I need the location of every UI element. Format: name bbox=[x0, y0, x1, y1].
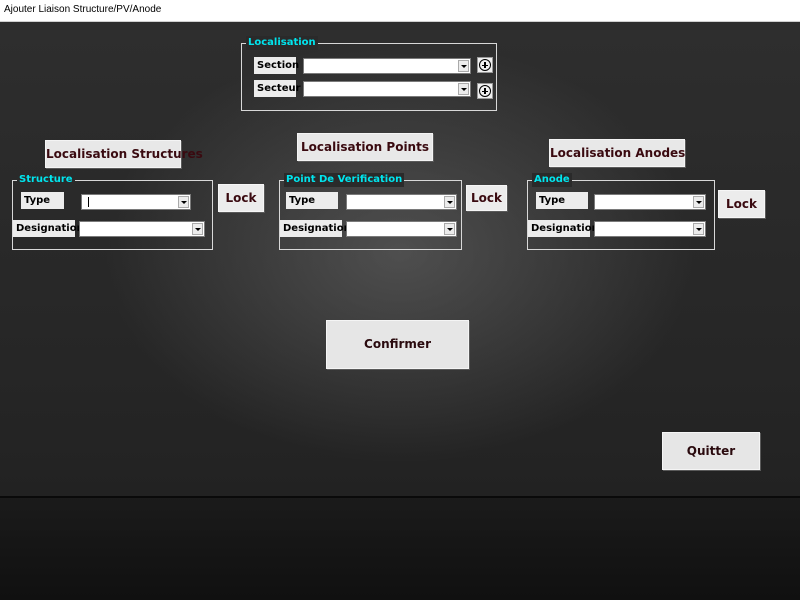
structure-designation-label: Designation bbox=[13, 220, 84, 237]
plus-circle-icon bbox=[479, 85, 491, 97]
anode-type-label: Type bbox=[536, 192, 588, 209]
localisation-structures-button[interactable]: Localisation Structures bbox=[45, 140, 203, 168]
localisation-anodes-button[interactable]: Localisation Anodes bbox=[549, 139, 685, 167]
anode-lock-button[interactable]: Lock bbox=[718, 190, 765, 218]
text-caret bbox=[88, 197, 89, 207]
localisation-points-button[interactable]: Localisation Points bbox=[297, 133, 433, 161]
structure-lock-button[interactable]: Lock bbox=[218, 184, 264, 212]
chevron-down-icon[interactable] bbox=[178, 196, 189, 208]
confirm-button[interactable]: Confirmer bbox=[326, 320, 469, 369]
point-type-label: Type bbox=[286, 192, 338, 209]
background-floor-edge bbox=[0, 496, 800, 498]
chevron-down-icon[interactable] bbox=[693, 223, 704, 235]
secteur-select[interactable] bbox=[303, 81, 471, 97]
structure-type-label: Type bbox=[21, 192, 64, 209]
section-select[interactable] bbox=[303, 58, 471, 74]
background-floor bbox=[0, 496, 800, 600]
chevron-down-icon[interactable] bbox=[458, 83, 469, 95]
structure-designation-select[interactable] bbox=[79, 221, 205, 237]
anode-group: Anode Type Designation bbox=[527, 173, 715, 250]
plus-circle-icon bbox=[479, 59, 491, 71]
point-type-select[interactable] bbox=[346, 194, 457, 210]
chevron-down-icon[interactable] bbox=[444, 196, 455, 208]
chevron-down-icon[interactable] bbox=[693, 196, 704, 208]
structure-type-select[interactable] bbox=[81, 194, 191, 210]
point-designation-label: Designation bbox=[280, 220, 351, 237]
chevron-down-icon[interactable] bbox=[444, 223, 455, 235]
point-lock-button[interactable]: Lock bbox=[466, 185, 507, 211]
secteur-label: Secteur bbox=[254, 80, 301, 97]
add-section-button[interactable] bbox=[477, 57, 493, 73]
window-title: Ajouter Liaison Structure/PV/Anode bbox=[4, 4, 162, 15]
point-verification-legend: Point De Verification bbox=[284, 173, 405, 187]
chevron-down-icon[interactable] bbox=[458, 60, 469, 72]
anode-designation-select[interactable] bbox=[594, 221, 706, 237]
point-verification-group: Point De Verification Type Designation bbox=[279, 173, 462, 250]
anode-type-select[interactable] bbox=[594, 194, 706, 210]
localisation-legend: Localisation bbox=[246, 36, 318, 50]
structure-legend: Structure bbox=[17, 173, 75, 187]
localisation-group: Localisation Section Secteur bbox=[241, 36, 497, 111]
chevron-down-icon[interactable] bbox=[192, 223, 203, 235]
point-designation-select[interactable] bbox=[346, 221, 457, 237]
structure-group: Structure Type Designation bbox=[12, 173, 213, 250]
quit-button[interactable]: Quitter bbox=[662, 432, 760, 470]
anode-designation-label: Designation bbox=[528, 220, 599, 237]
section-label: Section bbox=[254, 57, 299, 74]
window-titlebar: Ajouter Liaison Structure/PV/Anode bbox=[0, 0, 800, 22]
anode-legend: Anode bbox=[532, 173, 572, 187]
add-secteur-button[interactable] bbox=[477, 83, 493, 99]
main-form: Localisation Section Secteur Localisatio… bbox=[0, 22, 800, 600]
